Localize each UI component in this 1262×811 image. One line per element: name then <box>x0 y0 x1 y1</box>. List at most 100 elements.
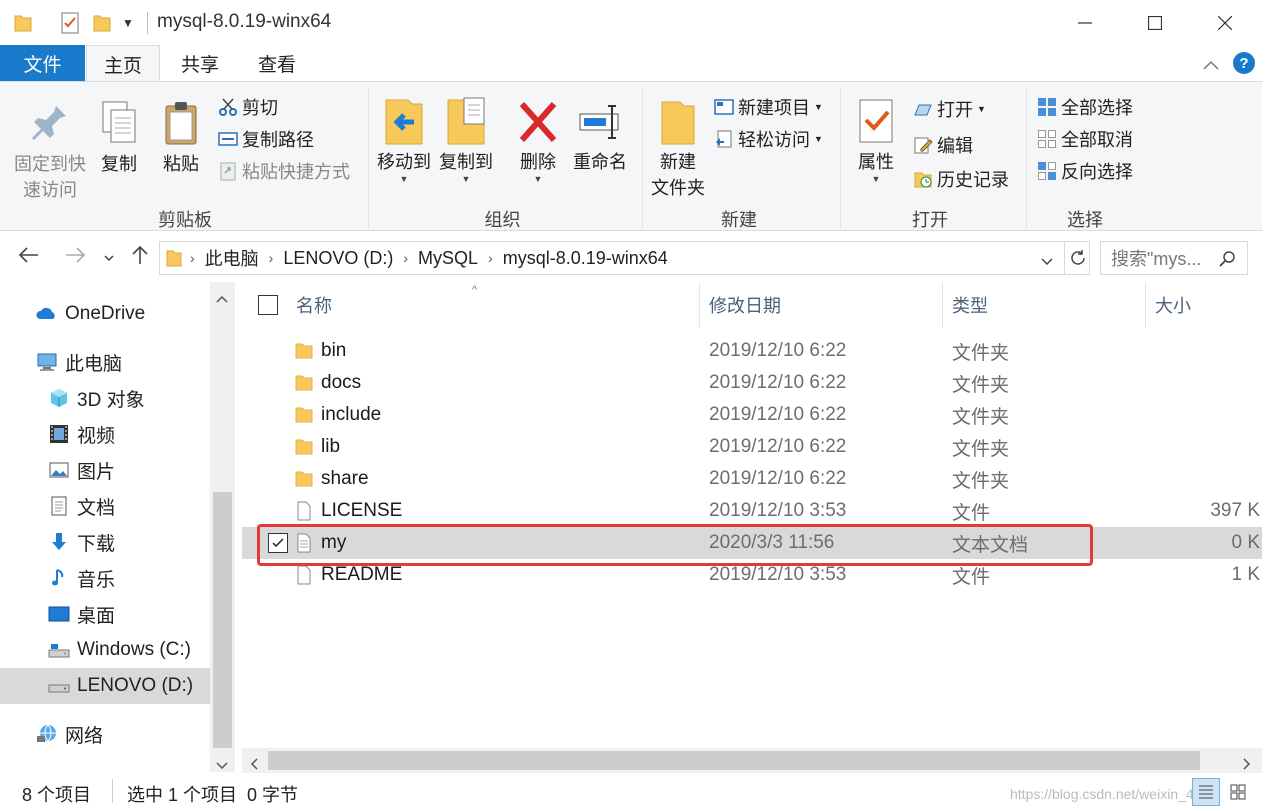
tab-file[interactable]: 文件 <box>0 45 85 81</box>
details-view-button[interactable] <box>1192 778 1220 806</box>
nav-scrollbar[interactable] <box>210 282 235 772</box>
new-folder-button[interactable]: 新建 文件夹 <box>647 96 709 200</box>
nav-item-pictures[interactable]: 图片 <box>0 452 210 488</box>
minimize-button[interactable] <box>1050 0 1120 45</box>
column-header-size[interactable]: 大小 <box>1155 282 1191 328</box>
file-row[interactable]: README 2019/12/10 3:53 文件 1 K <box>242 559 1262 591</box>
pin-to-quick-access-button[interactable]: 固定到快 速访问 <box>8 98 92 202</box>
nav-label: 网络 <box>65 725 104 747</box>
drive-icon <box>48 675 70 697</box>
breadcrumb-current[interactable]: mysql-8.0.19-winx64 <box>503 248 668 269</box>
file-row[interactable]: LICENSE 2019/12/10 3:53 文件 397 K <box>242 495 1262 527</box>
column-header-name[interactable]: 名称 <box>296 282 332 328</box>
new-item-button[interactable]: 新建项目 ▼ <box>714 94 823 120</box>
file-date: 2019/12/10 3:53 <box>709 564 847 585</box>
file-type: 文本文档 <box>952 534 1029 556</box>
nav-item-onedrive[interactable]: OneDrive <box>0 296 210 332</box>
column-divider[interactable] <box>699 282 700 328</box>
collapse-ribbon-icon[interactable] <box>1202 55 1222 71</box>
paste-button[interactable]: 粘贴 <box>156 98 206 176</box>
nav-item-documents[interactable]: 文档 <box>0 488 210 524</box>
file-list-hscrollbar[interactable] <box>242 748 1262 773</box>
search-placeholder: 搜索"mys... <box>1111 249 1202 269</box>
chevron-right-icon[interactable]: › <box>403 250 408 266</box>
chevron-right-icon[interactable]: › <box>269 250 274 266</box>
properties-quick-icon[interactable] <box>58 10 82 36</box>
nav-item-network[interactable]: 网络 <box>0 716 210 752</box>
nav-item-desktop[interactable]: 桌面 <box>0 596 210 632</box>
tab-view[interactable]: 查看 <box>242 45 312 81</box>
copy-to-button[interactable]: 复制到 ▼ <box>436 96 496 184</box>
file-row[interactable]: include 2019/12/10 6:22 文件夹 <box>242 399 1262 431</box>
nav-item-lenovo-d[interactable]: LENOVO (D:) <box>0 668 210 704</box>
tab-share[interactable]: 共享 <box>165 45 235 81</box>
invert-selection-button[interactable]: 反向选择 <box>1037 158 1133 184</box>
nav-item-3d-objects[interactable]: 3D 对象 <box>0 380 210 416</box>
select-all-checkbox[interactable] <box>258 295 278 315</box>
breadcrumb-this-pc[interactable]: 此电脑 <box>205 245 259 271</box>
refresh-button[interactable] <box>1064 241 1090 275</box>
column-header-type[interactable]: 类型 <box>952 282 988 328</box>
folder-icon <box>294 469 314 489</box>
close-button[interactable] <box>1190 0 1260 45</box>
nav-item-windows-c[interactable]: Windows (C:) <box>0 632 210 668</box>
delete-button[interactable]: 删除 ▼ <box>513 96 563 184</box>
new-folder-quick-icon[interactable] <box>90 10 114 36</box>
column-header-date[interactable]: 修改日期 <box>709 282 781 328</box>
address-bar[interactable]: › 此电脑 › LENOVO (D:) › MySQL › mysql-8.0.… <box>159 241 1090 275</box>
row-checkbox-checked[interactable] <box>268 533 288 553</box>
customize-quick-access-icon[interactable]: ▼ <box>118 10 138 36</box>
file-row[interactable]: lib 2019/12/10 6:22 文件夹 <box>242 431 1262 463</box>
open-dropdown-icon: ▼ <box>977 104 986 114</box>
maximize-button[interactable] <box>1120 0 1190 45</box>
select-all-button[interactable]: 全部选择 <box>1037 94 1133 120</box>
column-divider[interactable] <box>1145 282 1146 328</box>
copy-path-button[interactable]: 复制路径 <box>218 126 314 152</box>
new-item-dropdown-icon: ▼ <box>814 102 823 112</box>
file-name: bin <box>321 340 347 361</box>
nav-item-downloads[interactable]: 下载 <box>0 524 210 560</box>
nav-scrollbar-thumb[interactable] <box>213 492 232 748</box>
file-row[interactable]: bin 2019/12/10 6:22 文件夹 <box>242 335 1262 367</box>
chevron-right-icon[interactable]: › <box>488 250 493 266</box>
pin-label-line1: 固定到快 <box>14 154 86 174</box>
file-row[interactable]: share 2019/12/10 6:22 文件夹 <box>242 463 1262 495</box>
move-to-button[interactable]: 移动到 ▼ <box>374 96 434 184</box>
breadcrumb-lenovo-d[interactable]: LENOVO (D:) <box>283 248 393 269</box>
large-icons-view-button[interactable] <box>1224 778 1252 806</box>
search-icon[interactable] <box>1219 250 1237 273</box>
nav-item-music[interactable]: 音乐 <box>0 560 210 596</box>
history-button[interactable]: 历史记录 <box>913 166 1009 192</box>
search-input[interactable]: 搜索"mys... <box>1100 241 1248 275</box>
clipboard-group-label: 剪贴板 <box>158 210 212 230</box>
breadcrumb-mysql[interactable]: MySQL <box>418 248 478 269</box>
paste-icon <box>157 98 205 146</box>
address-row: › 此电脑 › LENOVO (D:) › MySQL › mysql-8.0.… <box>0 232 1262 282</box>
paste-shortcut-button[interactable]: 粘贴快捷方式 <box>218 158 350 184</box>
tab-home[interactable]: 主页 <box>86 45 160 82</box>
edit-button[interactable]: 编辑 <box>913 132 973 158</box>
hscrollbar-thumb[interactable] <box>268 751 1200 770</box>
rename-button[interactable]: 重命名 <box>570 96 630 174</box>
easy-access-button[interactable]: 轻松访问 ▼ <box>714 126 823 152</box>
text-file-icon <box>294 533 314 553</box>
scroll-right-icon[interactable] <box>1242 754 1252 775</box>
column-divider[interactable] <box>942 282 943 328</box>
nav-item-videos[interactable]: 视频 <box>0 416 210 452</box>
scroll-left-icon[interactable] <box>249 754 259 775</box>
nav-item-this-pc[interactable]: 此电脑 <box>0 344 210 380</box>
select-none-button[interactable]: 全部取消 <box>1037 126 1133 152</box>
address-dropdown-icon[interactable] <box>1040 251 1054 272</box>
copy-button[interactable]: 复制 <box>94 98 144 176</box>
open-button[interactable]: 打开 ▼ <box>913 96 986 122</box>
file-row[interactable]: docs 2019/12/10 6:22 文件夹 <box>242 367 1262 399</box>
recent-locations-icon[interactable] <box>103 247 115 270</box>
back-button[interactable] <box>18 244 40 272</box>
help-icon[interactable]: ? <box>1233 52 1255 74</box>
properties-button[interactable]: 属性 ▼ <box>850 96 902 184</box>
cut-button[interactable]: 剪切 <box>218 94 278 120</box>
file-row-selected[interactable]: my 2020/3/3 11:56 文本文档 0 K <box>242 527 1262 559</box>
scroll-up-icon[interactable] <box>216 288 228 309</box>
up-button[interactable] <box>129 244 151 272</box>
forward-button[interactable] <box>64 244 86 272</box>
